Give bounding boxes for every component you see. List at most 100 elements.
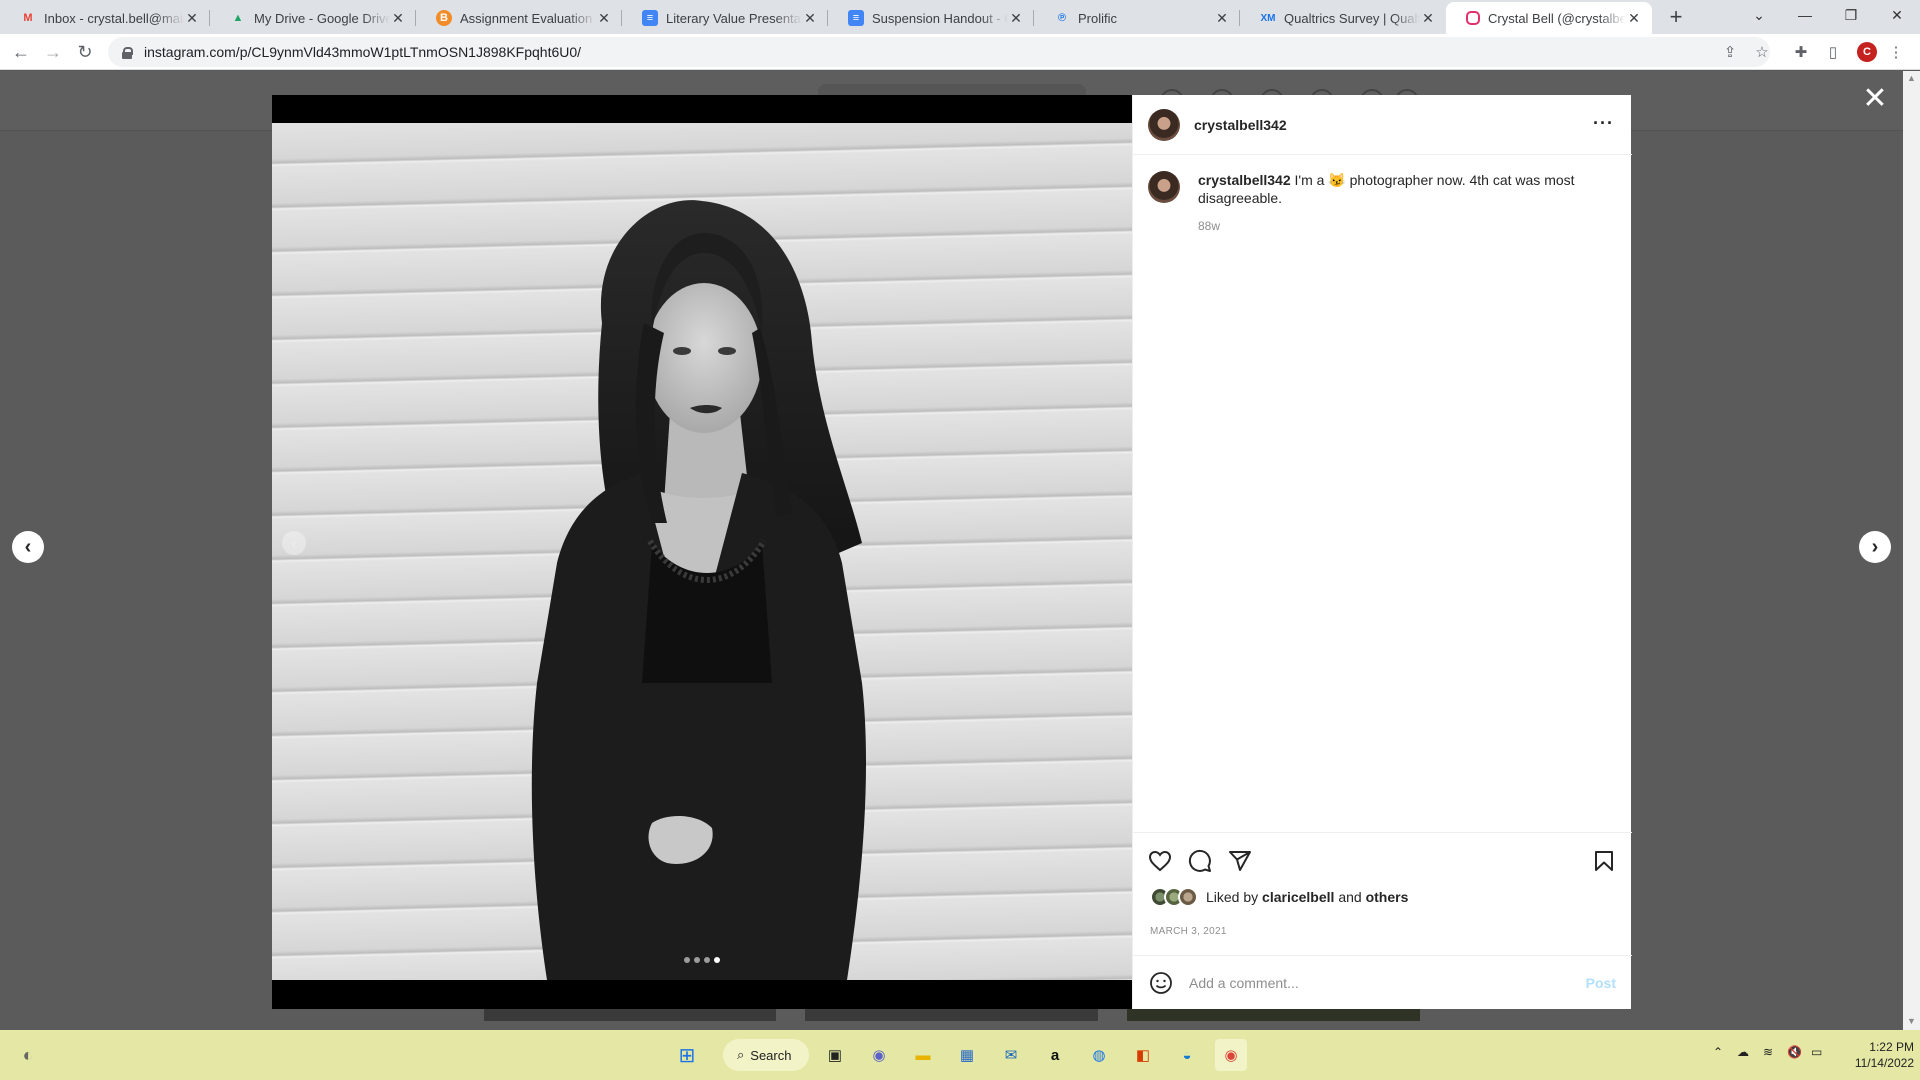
save-bookmark-icon[interactable] bbox=[1590, 847, 1618, 875]
slide-dot bbox=[684, 957, 690, 963]
close-tab-icon[interactable]: ✕ bbox=[1626, 10, 1642, 27]
caption-age[interactable]: 88w bbox=[1198, 217, 1618, 235]
next-post-button[interactable]: › bbox=[1859, 531, 1891, 563]
post-media[interactable]: ‹ bbox=[272, 95, 1132, 1009]
post-username[interactable]: crystalbell342 bbox=[1194, 117, 1287, 133]
like-heart-icon[interactable] bbox=[1146, 847, 1174, 875]
close-tab-icon[interactable]: ✕ bbox=[1008, 10, 1024, 27]
slide-dot bbox=[704, 957, 710, 963]
comment-icon[interactable] bbox=[1186, 847, 1214, 875]
restore-button[interactable]: ❐ bbox=[1828, 0, 1874, 30]
caption-username[interactable]: crystalbell342 bbox=[1198, 172, 1291, 188]
slide-dot bbox=[694, 957, 700, 963]
profile-avatar[interactable]: C bbox=[1857, 42, 1877, 62]
tab-qualtrics[interactable]: XM Qualtrics Survey | Qualtrics ✕ bbox=[1240, 2, 1446, 34]
post-header: crystalbell342 ··· bbox=[1133, 95, 1632, 155]
post-date[interactable]: MARCH 3, 2021 bbox=[1150, 926, 1227, 937]
task-view-icon[interactable]: ▣ bbox=[819, 1039, 851, 1071]
tab-title: Literary Value Presentation bbox=[666, 10, 802, 26]
avatar bbox=[1178, 887, 1198, 907]
taskbar-clock[interactable]: 1:22 PM 11/14/2022 bbox=[1836, 1039, 1914, 1071]
tab-literary[interactable]: ≡ Literary Value Presentation ✕ bbox=[622, 2, 828, 34]
app-icon[interactable]: ◍ bbox=[1083, 1039, 1115, 1071]
menu-icon[interactable]: ⋮ bbox=[1886, 42, 1906, 62]
chrome-icon[interactable]: ◉ bbox=[1215, 1039, 1247, 1071]
close-tab-icon[interactable]: ✕ bbox=[1214, 10, 1230, 27]
person-figure bbox=[531, 200, 867, 980]
onedrive-icon[interactable]: ☁ bbox=[1737, 1045, 1749, 1059]
close-tab-icon[interactable]: ✕ bbox=[184, 10, 200, 27]
post-comment-button[interactable]: Post bbox=[1586, 975, 1616, 991]
extensions-icon[interactable]: ✚ bbox=[1791, 42, 1811, 62]
tab-search-icon[interactable]: ⌄ bbox=[1736, 0, 1782, 30]
taskbar-search-label: Search bbox=[750, 1047, 792, 1063]
tab-title: Suspension Handout - Goo bbox=[872, 10, 1008, 26]
windows-taskbar: ◐ ⊞ ⌕ Search ▣ ◉ ▬ ▦ ✉ a ◍ ◧ ◒ ◉ ⌃ ☁ ≋ 🔇 … bbox=[0, 1030, 1920, 1080]
edge-icon[interactable]: ◒ bbox=[1171, 1039, 1203, 1071]
bookmark-star-icon[interactable]: ☆ bbox=[1752, 42, 1772, 62]
close-tab-icon[interactable]: ✕ bbox=[802, 10, 818, 27]
taskbar-search[interactable]: ⌕ Search bbox=[723, 1039, 809, 1071]
file-explorer-icon[interactable]: ▬ bbox=[907, 1039, 939, 1071]
liked-prefix: Liked by bbox=[1206, 889, 1263, 905]
address-bar[interactable]: instagram.com/p/CL9ynmVld43mmoW1ptLTnmOS… bbox=[108, 37, 1770, 67]
reload-icon[interactable]: ↻ bbox=[73, 40, 97, 64]
lock-icon bbox=[122, 46, 133, 59]
store-icon[interactable]: ▦ bbox=[951, 1039, 983, 1071]
avatar[interactable] bbox=[1148, 108, 1180, 141]
share-icon[interactable]: ⇪ bbox=[1720, 42, 1740, 62]
close-tab-icon[interactable]: ✕ bbox=[390, 10, 406, 27]
more-options-icon[interactable]: ··· bbox=[1593, 113, 1614, 134]
page-scrollbar[interactable]: ▲ ▼ bbox=[1903, 71, 1920, 1030]
comment-input[interactable]: Add a comment... bbox=[1189, 975, 1586, 991]
slide-previous-button[interactable]: ‹ bbox=[282, 531, 306, 555]
liked-user-link[interactable]: claricelbell bbox=[1262, 889, 1334, 905]
tab-drive[interactable]: ▲ My Drive - Google Drive ✕ bbox=[210, 2, 416, 34]
emoji-icon[interactable] bbox=[1149, 971, 1173, 995]
tab-title: My Drive - Google Drive bbox=[254, 10, 390, 26]
mail-icon[interactable]: ✉ bbox=[995, 1039, 1027, 1071]
new-tab-button[interactable]: + bbox=[1662, 4, 1690, 30]
close-modal-icon[interactable]: ✕ bbox=[1862, 84, 1888, 114]
amazon-icon[interactable]: a bbox=[1039, 1039, 1071, 1071]
caption-body: crystalbell342 I'm a 😼 photographer now.… bbox=[1198, 171, 1618, 235]
post-photo bbox=[272, 123, 1132, 980]
slide-indicator bbox=[684, 957, 720, 963]
tab-assignment[interactable]: B Assignment Evaluation - M ✕ bbox=[416, 2, 622, 34]
search-icon: ⌕ bbox=[737, 1047, 745, 1062]
tab-gmail[interactable]: M Inbox - crystal.bell@maine ✕ bbox=[0, 2, 210, 34]
minimize-button[interactable]: — bbox=[1782, 0, 1828, 30]
weather-icon[interactable]: ◐ bbox=[12, 1039, 44, 1071]
scroll-down-icon[interactable]: ▼ bbox=[1907, 1016, 1916, 1026]
clock-date: 11/14/2022 bbox=[1854, 1056, 1914, 1070]
liked-by: Liked by claricelbell and others bbox=[1150, 887, 1408, 907]
slide-dot-active bbox=[714, 957, 720, 963]
gmail-icon: M bbox=[23, 12, 33, 24]
scroll-up-icon[interactable]: ▲ bbox=[1907, 73, 1916, 83]
docs-icon: ≡ bbox=[848, 10, 864, 26]
battery-icon[interactable]: ▭ bbox=[1811, 1045, 1822, 1059]
share-send-icon[interactable] bbox=[1226, 847, 1254, 875]
liked-others-link[interactable]: others bbox=[1366, 889, 1409, 905]
avatar[interactable] bbox=[1148, 171, 1180, 203]
close-tab-icon[interactable]: ✕ bbox=[596, 10, 612, 27]
tab-suspension[interactable]: ≡ Suspension Handout - Goo ✕ bbox=[828, 2, 1034, 34]
volume-muted-icon[interactable]: 🔇 bbox=[1787, 1045, 1802, 1059]
wifi-icon[interactable]: ≋ bbox=[1763, 1045, 1773, 1059]
previous-post-button[interactable]: ‹ bbox=[12, 531, 44, 563]
start-icon[interactable]: ⊞ bbox=[671, 1039, 703, 1071]
tab-title: Prolific bbox=[1078, 10, 1118, 26]
close-tab-icon[interactable]: ✕ bbox=[1420, 10, 1436, 27]
tab-prolific[interactable]: ℗ Prolific ✕ bbox=[1034, 2, 1240, 34]
teams-chat-icon[interactable]: ◉ bbox=[863, 1039, 895, 1071]
post-actions: Liked by claricelbell and others MARCH 3… bbox=[1133, 832, 1632, 1009]
forward-icon[interactable]: → bbox=[41, 40, 65, 64]
url-text: instagram.com/p/CL9ynmVld43mmoW1ptLTnmOS… bbox=[144, 44, 582, 60]
side-panel-icon[interactable]: ▯ bbox=[1823, 42, 1843, 62]
tab-instagram[interactable]: Crystal Bell (@crystalbell342 ✕ bbox=[1446, 2, 1652, 34]
tray-chevron-icon[interactable]: ⌃ bbox=[1713, 1045, 1723, 1059]
back-icon[interactable]: ← bbox=[9, 40, 33, 64]
tab-title: Assignment Evaluation - M bbox=[460, 10, 596, 26]
close-window-button[interactable]: ✕ bbox=[1874, 0, 1920, 30]
office-icon[interactable]: ◧ bbox=[1127, 1039, 1159, 1071]
